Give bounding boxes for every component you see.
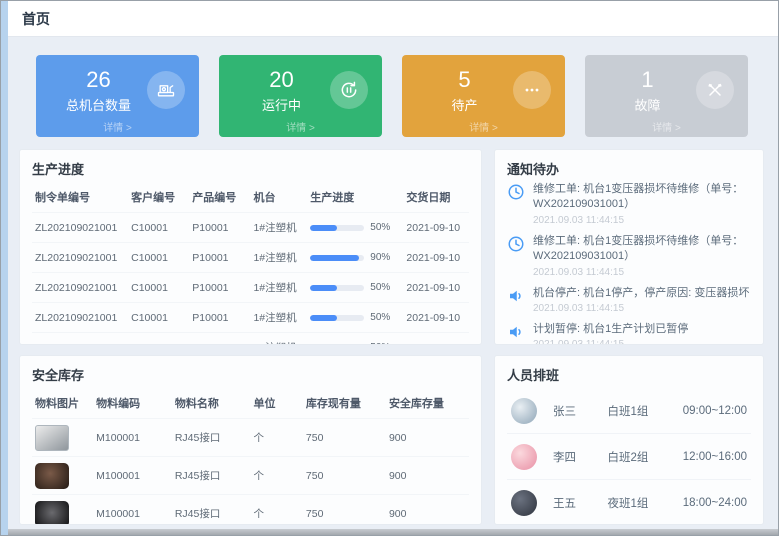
production-table-header: 制令单编号 客户编号 产品编号 机台 生产进度 交货日期 bbox=[32, 182, 469, 213]
waiting-detail-link[interactable]: 详情 > bbox=[402, 119, 565, 134]
table-row: ZL202109021001 C10001 P10001 1#注塑机 50% 2… bbox=[32, 303, 469, 333]
running-icon bbox=[330, 71, 368, 109]
progress-bar: 50% bbox=[310, 222, 400, 233]
person-name: 王五 bbox=[553, 495, 608, 511]
table-row: M100001 RJ45接口 个 750 900 bbox=[32, 495, 469, 526]
column-header: 库存现有量 bbox=[303, 388, 386, 419]
notification-item[interactable]: 计划暂停: 机台1生产计划已暂停 2021.09.03 11:44:15 bbox=[507, 322, 751, 345]
fault-value: 1 bbox=[599, 67, 696, 92]
person-shift: 夜班1组 bbox=[608, 495, 683, 511]
inventory-table-header: 物料图片 物料编码 物料名称 单位 库存现有量 安全库存量 bbox=[32, 388, 469, 419]
table-row: M100001 RJ45接口 个 750 900 bbox=[32, 419, 469, 457]
stat-card-waiting[interactable]: 5 待产 详情 > bbox=[402, 55, 565, 137]
notifications-panel-title: 通知待办 bbox=[507, 159, 751, 178]
notification-text: 维修工单: 机台1变压器损坏待维修（单号：WX202109031001） bbox=[533, 182, 751, 213]
column-header: 物料图片 bbox=[32, 388, 93, 419]
column-header: 制令单编号 bbox=[32, 182, 128, 213]
production-panel-title: 生产进度 bbox=[32, 159, 469, 178]
table-row: ZL202109021001 C10001 P10001 1#注塑机 50% 2… bbox=[32, 213, 469, 243]
waiting-label: 待产 bbox=[416, 95, 513, 114]
more-dots-icon bbox=[513, 71, 551, 109]
panel-safety-stock: 安全库存 物料图片 物料编码 物料名称 单位 库存现有量 安全库存量 bbox=[19, 355, 482, 525]
running-label: 运行中 bbox=[233, 95, 330, 114]
material-image bbox=[35, 501, 69, 525]
notification-item[interactable]: 维修工单: 机台1变压器损坏待维修（单号：WX202109031001） 202… bbox=[507, 234, 751, 278]
machine-icon bbox=[147, 71, 185, 109]
column-header: 安全库存量 bbox=[386, 388, 469, 419]
clock-icon bbox=[507, 235, 525, 253]
column-header: 物料编码 bbox=[93, 388, 172, 419]
speaker-icon bbox=[507, 287, 525, 305]
page-header: 首页 bbox=[8, 1, 778, 37]
list-item: 李四 白班2组 12:00~16:00 bbox=[507, 434, 751, 480]
person-time: 18:00~24:00 bbox=[683, 497, 747, 509]
window-bottom-edge bbox=[8, 529, 778, 535]
notification-time: 2021.09.03 11:44:15 bbox=[533, 215, 751, 226]
speaker-icon bbox=[507, 323, 525, 341]
notification-time: 2021.09.03 11:44:15 bbox=[533, 303, 749, 314]
person-shift: 白班2组 bbox=[608, 449, 683, 465]
fault-tools-icon bbox=[696, 71, 734, 109]
notification-item[interactable]: 机台停产: 机台1停产，停产原因: 变压器损坏 2021.09.03 11:44… bbox=[507, 286, 751, 314]
left-edge-stripe bbox=[1, 1, 8, 535]
person-shift: 白班1组 bbox=[608, 403, 683, 419]
person-name: 张三 bbox=[553, 403, 608, 419]
column-header: 生产进度 bbox=[307, 182, 403, 213]
inventory-table: 物料图片 物料编码 物料名称 单位 库存现有量 安全库存量 M100001 R bbox=[32, 388, 469, 525]
stat-card-total-machines[interactable]: 26 总机台数量 详情 > bbox=[36, 55, 199, 137]
list-item: 王五 夜班1组 18:00~24:00 bbox=[507, 480, 751, 525]
notification-time: 2021.09.03 11:44:15 bbox=[533, 339, 688, 345]
fault-detail-link[interactable]: 详情 > bbox=[585, 119, 748, 134]
total-machines-value: 26 bbox=[50, 67, 147, 92]
notification-text: 维修工单: 机台1变压器损坏待维修（单号：WX202109031001） bbox=[533, 234, 751, 265]
list-item: 张三 白班1组 09:00~12:00 bbox=[507, 388, 751, 434]
person-time: 12:00~16:00 bbox=[683, 451, 747, 463]
panel-personnel-schedule: 人员排班 张三 白班1组 09:00~12:00 李四 白班2组 12:00~1… bbox=[494, 355, 764, 525]
total-machines-label: 总机台数量 bbox=[50, 95, 147, 114]
total-machines-detail-link[interactable]: 详情 > bbox=[36, 119, 199, 134]
inventory-panel-title: 安全库存 bbox=[32, 365, 469, 384]
notification-text: 计划暂停: 机台1生产计划已暂停 bbox=[533, 322, 688, 337]
stat-card-fault[interactable]: 1 故障 详情 > bbox=[585, 55, 748, 137]
schedule-panel-title: 人员排班 bbox=[507, 365, 751, 384]
column-header: 单位 bbox=[250, 388, 302, 419]
fault-label: 故障 bbox=[599, 95, 696, 114]
table-row: ZL202109021001 C10001 P10001 1#注塑机 50% 2… bbox=[32, 333, 469, 346]
panel-production-progress: 生产进度 制令单编号 客户编号 产品编号 机台 生产进度 交货日期 bbox=[19, 149, 482, 345]
stat-cards: 26 总机台数量 详情 > 20 运行中 bbox=[36, 55, 748, 137]
person-time: 09:00~12:00 bbox=[683, 405, 747, 417]
panel-notifications: 通知待办 维修工单: 机台1变压器损坏待维修（单号：WX202109031001… bbox=[494, 149, 764, 345]
notification-time: 2021.09.03 11:44:15 bbox=[533, 267, 751, 278]
column-header: 产品编号 bbox=[189, 182, 250, 213]
clock-icon bbox=[507, 183, 525, 201]
material-image bbox=[35, 425, 69, 451]
progress-bar: 50% bbox=[310, 342, 400, 345]
progress-bar: 90% bbox=[310, 252, 400, 263]
avatar bbox=[511, 444, 537, 470]
progress-bar: 50% bbox=[310, 312, 400, 323]
waiting-value: 5 bbox=[416, 67, 513, 92]
column-header: 机台 bbox=[250, 182, 307, 213]
production-table: 制令单编号 客户编号 产品编号 机台 生产进度 交货日期 ZL202109021… bbox=[32, 182, 469, 345]
running-detail-link[interactable]: 详情 > bbox=[219, 119, 382, 134]
running-value: 20 bbox=[233, 67, 330, 92]
column-header: 客户编号 bbox=[128, 182, 189, 213]
avatar bbox=[511, 398, 537, 424]
notification-text: 机台停产: 机台1停产，停产原因: 变压器损坏 bbox=[533, 286, 749, 301]
column-header: 交货日期 bbox=[403, 182, 469, 213]
page-title: 首页 bbox=[22, 9, 50, 29]
dashboard-window: 首页 26 总机台数量 详情 > bbox=[0, 0, 779, 536]
person-name: 李四 bbox=[553, 449, 608, 465]
column-header: 物料名称 bbox=[172, 388, 251, 419]
stat-card-running[interactable]: 20 运行中 详情 > bbox=[219, 55, 382, 137]
table-row: M100001 RJ45接口 个 750 900 bbox=[32, 457, 469, 495]
material-image bbox=[35, 463, 69, 489]
notification-item[interactable]: 维修工单: 机台1变压器损坏待维修（单号：WX202109031001） 202… bbox=[507, 182, 751, 226]
progress-bar: 50% bbox=[310, 282, 400, 293]
table-row: ZL202109021001 C10001 P10001 1#注塑机 90% 2… bbox=[32, 243, 469, 273]
avatar bbox=[511, 490, 537, 516]
table-row: ZL202109021001 C10001 P10001 1#注塑机 50% 2… bbox=[32, 273, 469, 303]
